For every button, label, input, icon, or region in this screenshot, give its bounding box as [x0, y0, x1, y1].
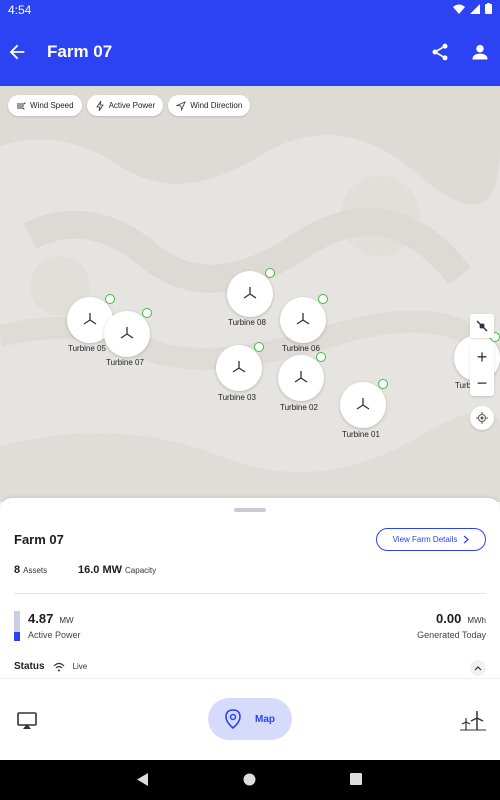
active-power-value-row: 4.87 MW: [28, 611, 74, 626]
wifi-icon: [453, 4, 465, 14]
chip-active-power[interactable]: Active Power: [86, 95, 164, 116]
turbine-marker-03[interactable]: [216, 342, 264, 391]
turbine-icon: [232, 361, 246, 373]
view-farm-details-label: View Farm Details: [392, 535, 458, 544]
active-power-unit: MW: [59, 616, 74, 625]
system-navigation-bar: [0, 760, 500, 800]
turbine-label: Turbine 03: [218, 393, 256, 402]
turbine-marker-07[interactable]: [104, 308, 152, 357]
location-pin-icon: [225, 709, 241, 729]
turbine-icon: [294, 371, 308, 383]
locate-button[interactable]: [470, 406, 494, 430]
turbine-icon: [83, 313, 97, 325]
turbine-marker-02[interactable]: [278, 352, 326, 401]
page-title: Farm 07: [47, 42, 113, 61]
zoom-in-button[interactable]: +: [470, 344, 494, 370]
recents-square-icon[interactable]: [350, 773, 362, 785]
online-status-dot: [105, 294, 115, 304]
expand-status-button[interactable]: [470, 660, 486, 676]
active-power-gauge-fill: [14, 632, 20, 641]
turbine-label: Turbine 01: [342, 430, 380, 439]
chip-wind-direction[interactable]: Wind Direction: [168, 95, 251, 116]
active-power-label: Active Power: [28, 630, 81, 640]
turbine-icon: [296, 313, 310, 325]
active-power-gauge: [14, 611, 20, 641]
nav-map-tab[interactable]: Map: [208, 698, 292, 740]
generated-label: Generated Today: [417, 630, 486, 640]
farm-name: Farm 07: [14, 532, 64, 547]
signal-icon: [470, 3, 480, 14]
online-status-dot: [254, 342, 264, 352]
sheet-drag-handle[interactable]: [234, 508, 266, 512]
chevron-up-icon: [474, 666, 482, 671]
turbine-marker-08[interactable]: [227, 268, 275, 317]
status-label: Status: [14, 661, 45, 672]
turbine-label: Turbine 06: [282, 344, 320, 353]
turbine-marker-01[interactable]: [340, 379, 388, 428]
navigation-arrow-icon: [176, 100, 187, 111]
turbine-label: Turbine 05: [68, 344, 106, 353]
turbine-icon: [356, 398, 370, 410]
status-bar: 4:54: [0, 0, 500, 20]
share-icon[interactable]: [430, 42, 450, 62]
chip-label: Wind Speed: [30, 101, 74, 110]
wifi-live-icon: [53, 662, 64, 671]
turbine-icon: [120, 327, 134, 339]
view-farm-details-button[interactable]: View Farm Details: [376, 528, 486, 551]
zoom-out-button[interactable]: −: [470, 370, 494, 396]
generated-unit: MWh: [467, 616, 486, 625]
back-triangle-icon[interactable]: [137, 773, 149, 786]
status-live: Live: [72, 662, 88, 671]
status-icons: [453, 3, 492, 14]
farm-summary-sheet: Farm 07 View Farm Details 8 Assets 16.0 …: [0, 498, 500, 678]
wind-turbines-icon[interactable]: [460, 709, 486, 731]
generated-value-row: 0.00 MWh: [436, 611, 486, 626]
capacity-summary: 16.0 MW Capacity: [78, 564, 156, 576]
chip-label: Active Power: [108, 101, 156, 110]
capacity-value: 16.0 MW: [78, 564, 123, 576]
generated-value: 0.00: [436, 611, 462, 626]
online-status-dot: [265, 268, 275, 278]
status-row[interactable]: Status Live: [14, 661, 87, 672]
assets-label: Assets: [23, 566, 48, 575]
status-time: 4:54: [8, 3, 32, 17]
map-layer-chips: Wind Speed Active Power Wind Direction: [8, 95, 251, 116]
home-circle-icon[interactable]: [243, 773, 256, 786]
turbine-label: Turbine 07: [106, 358, 144, 367]
online-status-dot: [316, 352, 326, 362]
active-power-value: 4.87: [28, 611, 54, 626]
back-arrow-icon[interactable]: [6, 41, 28, 63]
chip-wind-speed[interactable]: Wind Speed: [8, 95, 82, 116]
my-location-icon: [476, 412, 488, 424]
chevron-right-icon: [463, 535, 470, 544]
turbine-marker-06[interactable]: [280, 294, 328, 343]
cast-icon[interactable]: [16, 709, 38, 731]
turbine-label: Turbine 02: [280, 403, 318, 412]
online-status-dot: [318, 294, 328, 304]
battery-icon: [485, 3, 492, 14]
bolt-icon: [95, 100, 104, 111]
assets-count: 8: [14, 564, 21, 576]
chip-label: Wind Direction: [190, 101, 243, 110]
turbine-label: Turbine 08: [228, 318, 266, 327]
wind-icon: [17, 101, 26, 110]
map-view[interactable]: Wind Speed Active Power Wind Direction T…: [0, 86, 500, 502]
map-controls: + −: [470, 314, 494, 430]
online-status-dot: [142, 308, 152, 318]
capacity-label: Capacity: [125, 566, 157, 575]
online-status-dot: [378, 379, 388, 389]
nav-map-label: Map: [255, 713, 275, 725]
bottom-navigation: Map: [0, 678, 500, 760]
zoom-controls: + −: [470, 344, 494, 396]
app-bar: Farm 07: [0, 20, 500, 86]
satellite-toggle-button[interactable]: [470, 314, 494, 338]
divider: [14, 593, 486, 594]
satellite-icon: [476, 320, 488, 332]
account-icon[interactable]: [470, 42, 490, 62]
assets-summary: 8 Assets: [14, 564, 47, 576]
turbine-icon: [243, 287, 257, 299]
